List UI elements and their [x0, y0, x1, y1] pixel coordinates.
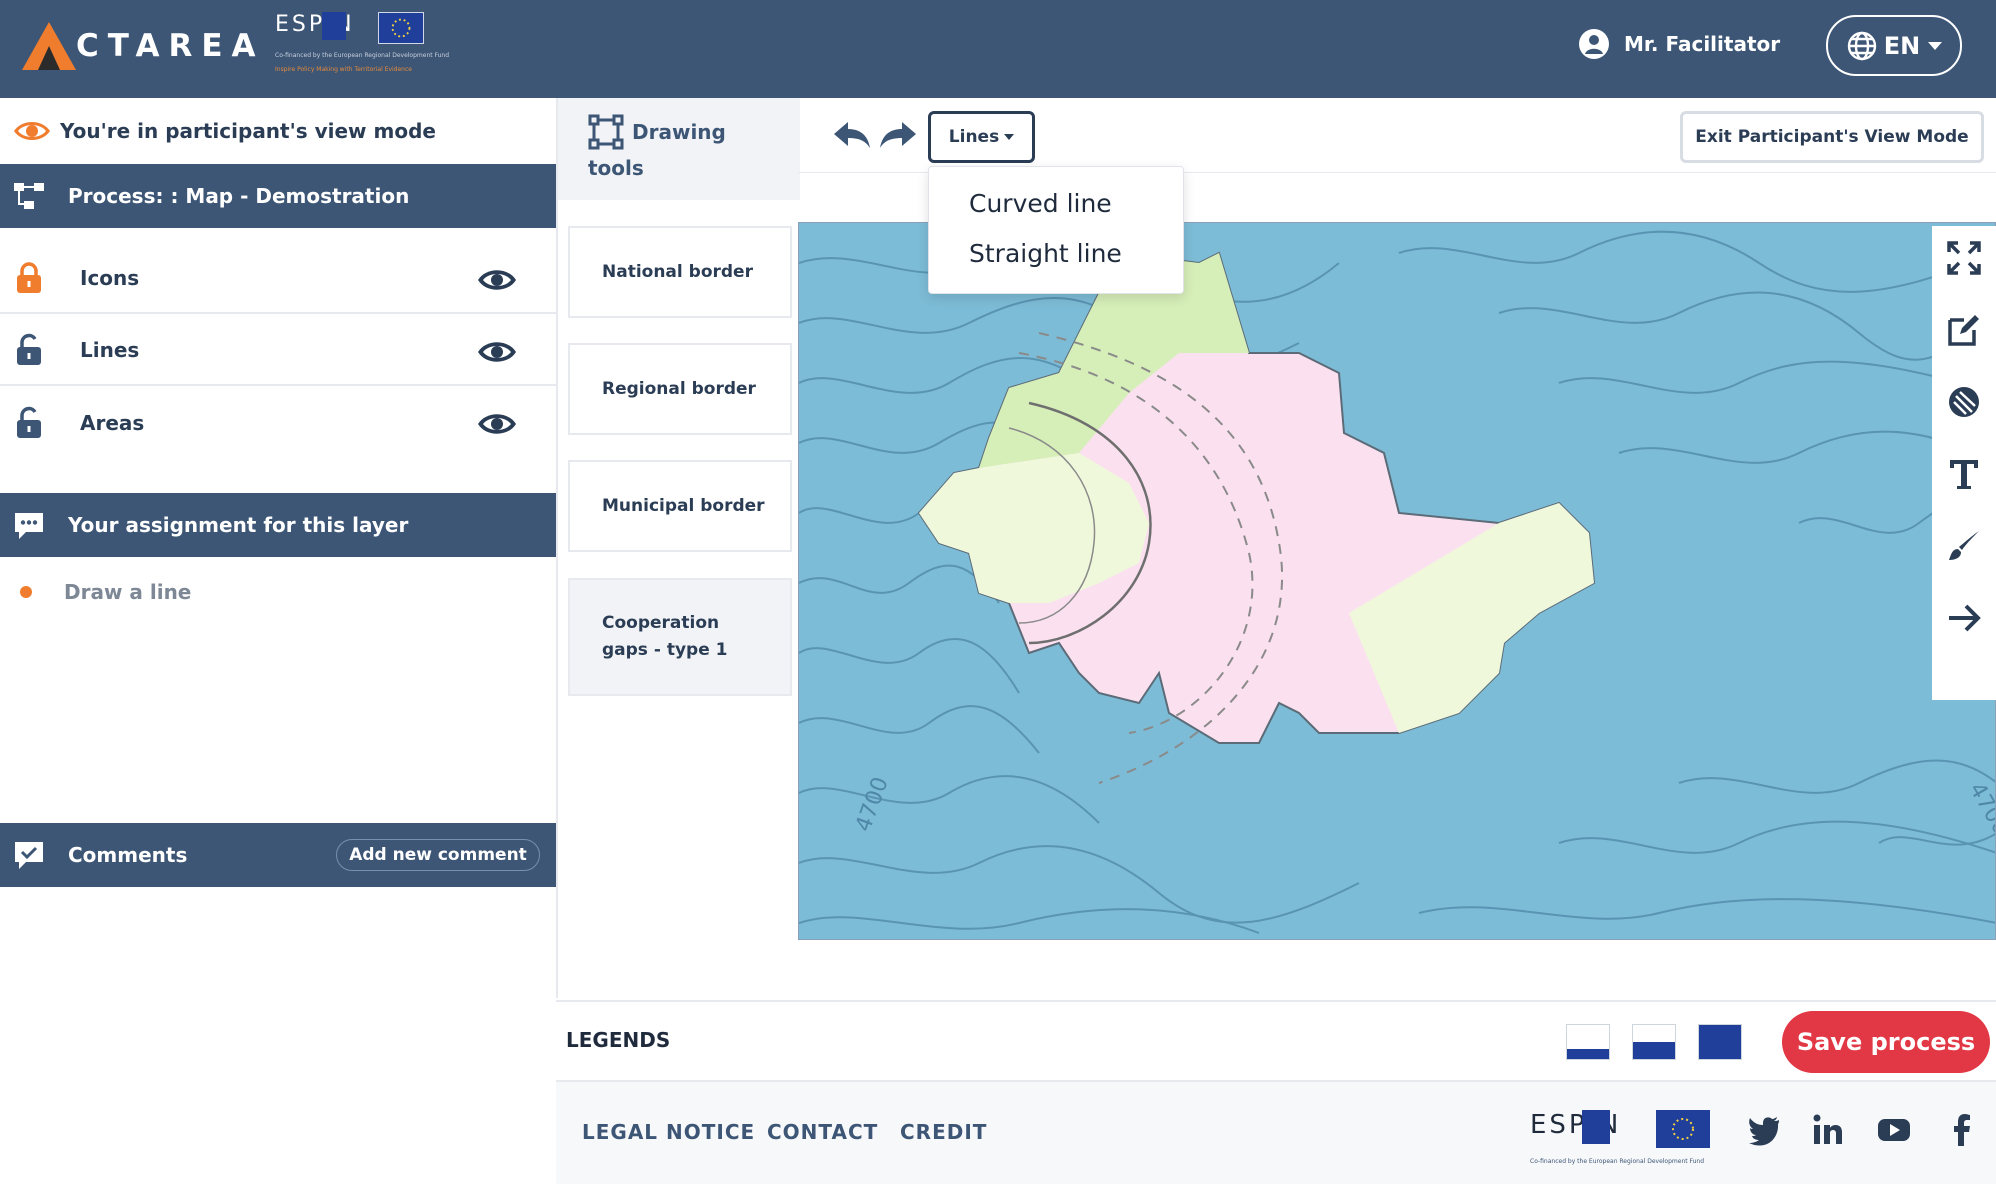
actarea-logo-icon	[22, 22, 76, 70]
espon-tagline: Co-financed by the European Regional Dev…	[275, 52, 450, 59]
arrow-right-icon[interactable]	[1946, 600, 1982, 636]
espon-footer-logo: ESP N Co-financed by the European Region…	[1530, 1110, 1710, 1170]
legends-divider	[556, 1000, 1996, 1002]
exit-participant-view-button[interactable]: Exit Participant's View Mode	[1680, 111, 1984, 163]
comments-bar: Comments Add new comment	[0, 823, 556, 887]
chevron-down-icon	[1004, 134, 1015, 140]
tool-label: Municipal border	[602, 495, 765, 516]
map-side-toolbar	[1932, 226, 1996, 700]
espon-header-logo: ESP N Co-financed by the European Region…	[275, 12, 449, 80]
layer-icons[interactable]: Icons	[0, 244, 556, 314]
save-process-button[interactable]: Save process	[1782, 1011, 1990, 1073]
drawing-tools-header: Drawing tools	[558, 98, 800, 200]
view-mode-text: You're in participant's view mode	[60, 119, 436, 143]
undo-icon[interactable]	[832, 118, 872, 150]
unlock-icon	[17, 406, 41, 438]
unlock-icon	[17, 333, 41, 365]
user-menu[interactable]: Mr. Facilitator	[1578, 28, 1780, 60]
actarea-logo[interactable]: CTAREA	[20, 20, 265, 72]
espon-tagline-2: Inspire Policy Making with Territorial E…	[275, 66, 412, 73]
language-selector[interactable]: EN	[1826, 15, 1962, 76]
map-graphic: 4700 4700	[799, 223, 1995, 939]
text-icon[interactable]	[1946, 456, 1982, 492]
legal-notice-link[interactable]: LEGAL NOTICE	[582, 1120, 755, 1144]
process-label: Process: : Map - Demostration	[68, 184, 410, 208]
assignment-text: Draw a line	[64, 580, 192, 604]
comment-check-icon	[15, 842, 43, 869]
add-comment-button[interactable]: Add new comment	[336, 839, 540, 871]
chat-icon	[15, 513, 43, 539]
legend-swatch-3[interactable]	[1698, 1024, 1742, 1060]
youtube-icon[interactable]	[1876, 1112, 1912, 1148]
visibility-eye-icon[interactable]	[476, 338, 518, 366]
drawing-tools-title: Drawing	[632, 120, 726, 144]
linkedin-icon[interactable]	[1810, 1112, 1846, 1148]
assignment-item: Draw a line	[20, 580, 191, 604]
lines-dropdown-label: Lines	[948, 127, 1000, 147]
tool-label-2: gaps - type 1	[602, 640, 728, 660]
tool-cooperation-gaps[interactable]: Cooperation gaps - type 1	[568, 578, 792, 696]
visibility-eye-icon[interactable]	[476, 266, 518, 294]
legend-swatch-1[interactable]	[1566, 1024, 1610, 1060]
eye-icon	[14, 122, 50, 140]
lines-dropdown-button[interactable]: Lines	[928, 111, 1035, 163]
curved-line-option[interactable]: Curved line	[969, 189, 1112, 218]
left-panel: You're in participant's view mode Proces…	[0, 98, 556, 1184]
tool-municipal-border[interactable]: Municipal border	[568, 460, 792, 552]
footer: LEGAL NOTICE CONTACT CREDIT ESP N Co-fin…	[556, 1082, 1996, 1184]
layer-label: Lines	[80, 338, 140, 362]
layer-label: Areas	[80, 411, 145, 435]
credit-link[interactable]: CREDIT	[900, 1120, 987, 1144]
brand-name: CTAREA	[76, 28, 265, 64]
legend-swatch-2[interactable]	[1632, 1024, 1676, 1060]
process-bar: Process: : Map - Demostration	[0, 164, 556, 228]
map-canvas[interactable]: 4700 4700	[798, 222, 1996, 940]
app-header: CTAREA ESP N Co-financed by the European…	[0, 0, 1996, 98]
language-code: EN	[1883, 31, 1921, 60]
tool-label: National border	[602, 261, 753, 282]
view-mode-notice: You're in participant's view mode	[12, 118, 436, 144]
tool-national-border[interactable]: National border	[568, 226, 792, 318]
process-icon	[14, 183, 44, 209]
twitter-icon[interactable]	[1746, 1112, 1782, 1148]
legends-title: LEGENDS	[566, 1028, 671, 1052]
drawing-tools-title-2: tools	[588, 156, 644, 180]
user-name: Mr. Facilitator	[1624, 32, 1781, 56]
drawing-tools-panel: Drawing tools National border Regional b…	[556, 98, 800, 998]
contact-link[interactable]: CONTACT	[767, 1120, 878, 1144]
edit-icon[interactable]	[1946, 312, 1982, 348]
layer-label: Icons	[80, 266, 140, 290]
brush-icon[interactable]	[1946, 528, 1982, 564]
assignment-title: Your assignment for this layer	[68, 513, 409, 537]
tool-regional-border[interactable]: Regional border	[568, 343, 792, 435]
bullet-icon	[20, 586, 32, 598]
visibility-eye-icon[interactable]	[476, 410, 518, 438]
lines-dropdown-menu: Curved line Straight line	[928, 166, 1184, 294]
eu-flag-icon	[1656, 1110, 1710, 1148]
tool-label: Cooperation	[602, 613, 720, 633]
draw-icon	[588, 114, 624, 150]
tool-label: Regional border	[602, 378, 756, 399]
redo-icon[interactable]	[878, 118, 918, 150]
straight-line-option[interactable]: Straight line	[969, 239, 1122, 268]
comments-title: Comments	[68, 843, 188, 867]
espon-footer-tagline: Co-financed by the European Regional Dev…	[1530, 1158, 1705, 1165]
facebook-icon[interactable]	[1944, 1112, 1980, 1148]
palette-icon[interactable]	[1946, 384, 1982, 420]
globe-icon	[1847, 31, 1876, 60]
chevron-down-icon	[1928, 41, 1943, 50]
eu-flag-icon	[378, 12, 424, 44]
user-icon	[1579, 29, 1609, 59]
lock-icon	[17, 262, 41, 293]
espon-square	[1582, 1110, 1610, 1144]
layer-areas[interactable]: Areas	[0, 388, 556, 458]
assignment-bar: Your assignment for this layer	[0, 493, 556, 557]
layer-lines[interactable]: Lines	[0, 316, 556, 386]
expand-icon[interactable]	[1946, 240, 1982, 276]
espon-square	[322, 12, 346, 40]
